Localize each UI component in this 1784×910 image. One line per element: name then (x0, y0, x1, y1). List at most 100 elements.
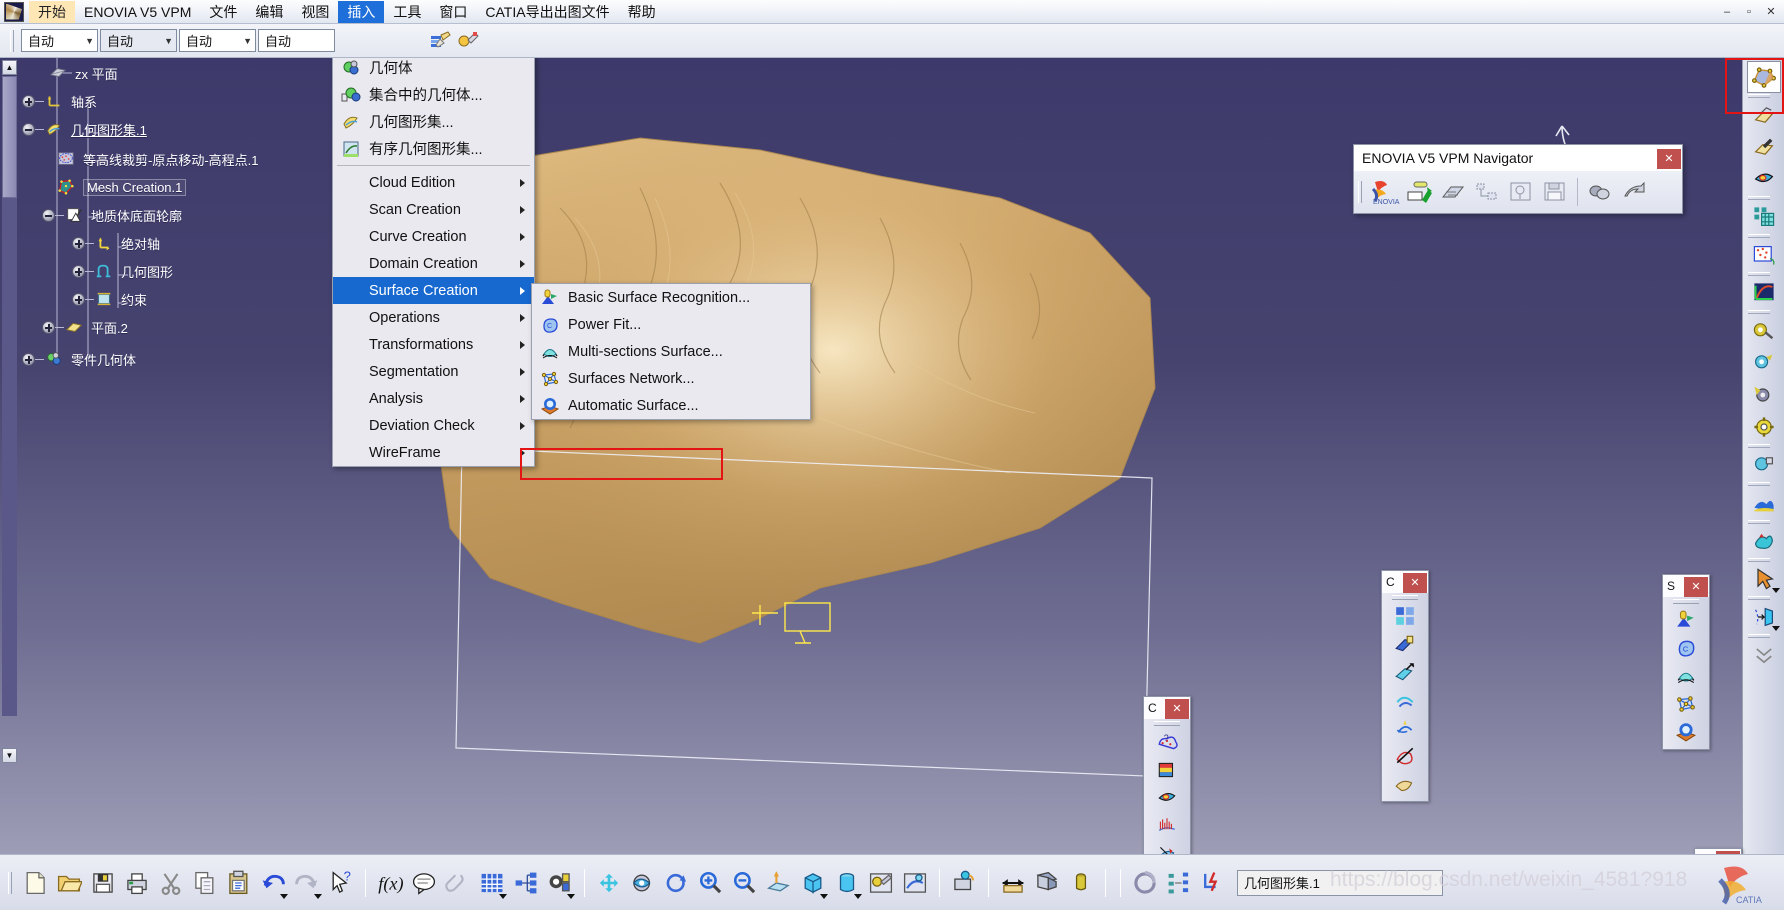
chevron-down-icon[interactable] (854, 893, 862, 899)
insert-submenu-9[interactable]: Deviation Check (333, 412, 534, 439)
print-icon[interactable] (120, 865, 154, 901)
cloud-import-palette-grip[interactable] (1144, 719, 1190, 727)
save-document-icon[interactable] (86, 865, 120, 901)
redo-icon[interactable] (290, 865, 324, 901)
save-document-icon[interactable] (1539, 176, 1571, 208)
terrain-icon[interactable] (1747, 487, 1781, 519)
chevron-down-icon[interactable]: ▼ (85, 36, 94, 46)
undo-icon[interactable] (256, 865, 290, 901)
normal-view-icon[interactable] (762, 865, 796, 901)
insert-menu-item-0[interactable]: 几何体 (333, 58, 534, 81)
bottom-toolbar-grip[interactable] (8, 871, 12, 894)
cloud-edition-palette-titlebar[interactable]: C ✕ (1382, 571, 1428, 593)
insert-submenu-7[interactable]: Segmentation (333, 358, 534, 385)
protect-icon[interactable] (1391, 686, 1419, 714)
surface-creation-submenu[interactable]: Basic Surface Recognition... C Power Fit..… (531, 283, 811, 420)
collapse-icon[interactable] (22, 122, 35, 136)
chevron-down-icon[interactable] (499, 893, 507, 899)
link-icon[interactable] (1584, 176, 1616, 208)
chevron-down-icon[interactable] (567, 893, 575, 899)
surfaces-network-icon[interactable] (1672, 690, 1700, 718)
menu-8[interactable]: CATIA导出出图文件 (476, 1, 618, 23)
cloud-edition-palette-close-button[interactable]: ✕ (1403, 572, 1427, 593)
point-cloud-analysis-icon[interactable] (1747, 239, 1781, 271)
enovia-toolbar-grip[interactable] (1358, 181, 1362, 203)
tree-node-0[interactable]: zx 平面 (48, 62, 118, 84)
insert-submenu-0[interactable]: Cloud Edition (333, 169, 534, 196)
cloud-import-palette[interactable]: C ✕? (1143, 696, 1191, 854)
chevron-down-icon[interactable] (820, 893, 828, 899)
power-fit-icon[interactable]: C (1672, 634, 1700, 662)
filter-cloud-icon[interactable] (1153, 756, 1181, 784)
formula-icon[interactable]: f(x) (373, 865, 407, 901)
tree-node-7[interactable]: 几何图形 (72, 260, 173, 282)
menu-7[interactable]: 窗口 (430, 1, 476, 23)
cloud-edition-palette[interactable]: C ✕ (1381, 570, 1429, 802)
tree-node-6[interactable]: 绝对轴 (72, 232, 160, 254)
surface-submenu-item-1[interactable]: C Power Fit... (532, 311, 810, 338)
gear-tool-2-icon[interactable] (1747, 347, 1781, 379)
tree-reorder-icon[interactable] (1162, 865, 1196, 901)
chevron-down-icon[interactable] (1771, 626, 1780, 631)
expand-structure-icon[interactable] (1471, 176, 1503, 208)
surface-creation-palette[interactable]: S ✕ C (1662, 574, 1710, 750)
menu-2[interactable]: 文件 (200, 1, 246, 23)
mesh-creation-icon[interactable] (1746, 61, 1781, 93)
measure-item-icon[interactable] (1030, 865, 1064, 901)
align-cloud-icon[interactable] (1153, 840, 1181, 854)
disable-icon[interactable] (1391, 742, 1419, 770)
surface-creation-palette-titlebar[interactable]: S ✕ (1663, 575, 1709, 597)
chevron-down-icon[interactable] (280, 893, 288, 899)
insert-submenu-1[interactable]: Scan Creation (333, 196, 534, 223)
menu-0[interactable]: 开始 (29, 0, 75, 23)
expand-icon[interactable] (42, 320, 55, 334)
chevron-down-icon[interactable] (314, 893, 322, 899)
collapse-icon[interactable] (42, 208, 55, 222)
menu-9[interactable]: 帮助 (619, 1, 665, 23)
rotate-icon[interactable] (660, 865, 694, 901)
multi-sections-surface-icon[interactable] (1672, 662, 1700, 690)
knowledge-graph-icon[interactable] (509, 865, 543, 901)
plane-section-icon[interactable] (1747, 601, 1781, 633)
transfer-icon[interactable] (1618, 176, 1650, 208)
insert-menu-panel[interactable]: 对象 几何体集合中的几何体...几何图形集...有序几何图形集... Cloud… (332, 58, 535, 467)
open-from-enovia-icon[interactable] (1437, 176, 1469, 208)
tree-node-4[interactable]: Mesh Creation.1 (56, 176, 187, 198)
insert-submenu-4[interactable]: Surface Creation (333, 277, 534, 304)
toolbar-combo-1[interactable]: 自动 ▼ (100, 29, 177, 52)
apply-material-icon[interactable] (455, 28, 481, 54)
toolbar-combo-2[interactable]: 自动 ▼ (179, 29, 256, 52)
gear-tool-3-icon[interactable] (1747, 379, 1781, 411)
tree-scroll-up-button[interactable]: ▲ (2, 60, 17, 75)
measure-between-icon[interactable] (996, 865, 1030, 901)
insert-menu-item-2[interactable]: 几何图形集... (333, 108, 534, 135)
paint-brush-icon[interactable] (427, 28, 453, 54)
apply-material-icon[interactable] (864, 865, 898, 901)
properties-icon[interactable] (1505, 176, 1537, 208)
insert-submenu-3[interactable]: Domain Creation (333, 250, 534, 277)
fit-all-in-icon[interactable] (592, 865, 626, 901)
surface-submenu-item-4[interactable]: Automatic Surface... (532, 392, 810, 419)
menu-5[interactable]: 插入 (338, 0, 385, 23)
new-document-icon[interactable] (18, 865, 52, 901)
viewport-3d[interactable]: Z Y ▲ ▼ (0, 58, 1784, 854)
paste-icon[interactable] (222, 865, 256, 901)
scan-align-icon[interactable] (1747, 449, 1781, 481)
shading-icon[interactable] (830, 865, 864, 901)
select-arrow-icon[interactable] (1747, 563, 1781, 595)
export-cloud-icon[interactable] (1153, 784, 1181, 812)
enovia-logo-icon[interactable]: ENOVIA (1369, 176, 1401, 208)
tree-scroll-down-button[interactable]: ▼ (2, 748, 17, 763)
chevron-down-icon[interactable]: ▼ (164, 36, 173, 46)
insert-menu-item-1[interactable]: 集合中的几何体... (333, 81, 534, 108)
cloud-edition-palette-grip[interactable] (1382, 593, 1428, 601)
tree-node-10[interactable]: 零件几何体 (22, 348, 136, 370)
hide-show-icon[interactable] (947, 865, 981, 901)
close-button[interactable]: ✕ (1760, 3, 1782, 21)
save-to-enovia-icon[interactable] (1403, 176, 1435, 208)
whats-this-icon[interactable]: ? (324, 865, 358, 901)
expand-icon[interactable] (72, 264, 85, 278)
fill-holes-icon[interactable] (1391, 770, 1419, 798)
import-cloud-icon[interactable]: ? (1153, 728, 1181, 756)
tree-node-9[interactable]: 平面.2 (42, 316, 128, 338)
